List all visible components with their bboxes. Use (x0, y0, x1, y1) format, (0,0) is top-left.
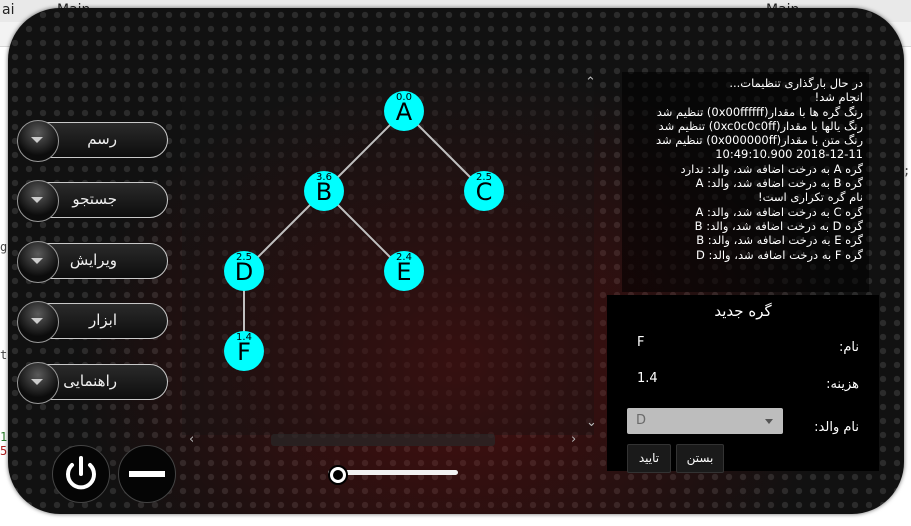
tree-node-cost: 2.5 (236, 252, 252, 263)
log-line: 2018-12-11 10:49:10.900 (715, 147, 863, 162)
menu-button-help[interactable]: راهنمایی (17, 362, 168, 404)
horizontal-scrollbar[interactable] (271, 434, 495, 446)
log-line: گره F به درخت اضافه شد، والد: D (695, 247, 863, 262)
close-button[interactable]: بستن (676, 444, 724, 473)
log-line: نام گره تکراری است! (757, 190, 863, 205)
tree-node-cost: 2.4 (396, 252, 412, 263)
scroll-left-icon[interactable]: ‹ (189, 432, 194, 447)
browser-tab[interactable]: ai (2, 2, 14, 18)
chevron-down-icon (765, 419, 773, 424)
background-text: g (0, 240, 8, 254)
log-line: رنگ گره ها با مقدار(0x00ffffff) تنظیم شد (656, 104, 863, 119)
scroll-down-icon[interactable]: ⌄ (586, 415, 597, 430)
tree-node[interactable]: C2.5 (464, 171, 504, 211)
tree-node-cost: 3.6 (316, 172, 332, 183)
chevron-down-icon (17, 241, 59, 283)
new-node-panel: گره جدید نام: F هزینه: 1.4 نام والد: D ت… (607, 295, 879, 473)
tree-canvas[interactable]: A 0.0 B 3.6 C 2.5 D 2.5 E 2.4 F 1.4 (182, 73, 594, 435)
log-line: رنگ متن با مقدار(0x000000ff) تنظیم شد (655, 133, 863, 148)
chevron-down-icon (17, 120, 59, 162)
menu-button-label: راهنمایی (63, 372, 117, 390)
log-line: گره D به درخت اضافه شد، والد: B (694, 218, 863, 233)
log-line: گره A به درخت اضافه شد، والد: ندارد (680, 161, 863, 176)
name-field[interactable]: F (637, 335, 644, 350)
background-text: ; (903, 164, 911, 178)
tree-node-cost: 0.0 (396, 92, 412, 103)
menu-button-label: جستجو (72, 190, 117, 208)
tree-node[interactable]: D2.5 (224, 251, 264, 291)
log-panel: در حال بارگذاری تنظیمات... انجام شد! رنگ گ… (622, 72, 869, 292)
log-line: انجام شد! (814, 90, 863, 105)
tree-node-cost: 1.4 (236, 332, 252, 343)
zoom-slider-thumb[interactable] (328, 465, 348, 485)
log-line: رنگ یالها با مقدار(0xc0c0c0ff) تنظیم شد (658, 118, 863, 133)
menu-button-draw[interactable]: رسم (17, 120, 168, 162)
scroll-up-icon[interactable]: ⌃ (585, 75, 596, 90)
power-button[interactable] (52, 445, 110, 503)
tree-graph: A0.0 B3.6 C2.5 D2.5 E2.4 F1.4 (224, 91, 504, 371)
menu-button-search[interactable]: جستجو (17, 180, 168, 222)
power-icon (66, 456, 96, 490)
log-line: گره C به درخت اضافه شد، والد: A (695, 204, 863, 219)
tree-node-cost: 2.5 (476, 172, 492, 183)
scroll-right-icon[interactable]: › (571, 432, 576, 447)
chevron-down-icon (17, 180, 59, 222)
log-line: گره E به درخت اضافه شد، والد: B (696, 233, 863, 248)
log-line: گره B به درخت اضافه شد، والد: A (695, 176, 863, 191)
cost-field[interactable]: 1.4 (637, 371, 658, 386)
parent-select-value: D (636, 413, 647, 428)
menu-button-label: ویرایش (69, 251, 117, 269)
confirm-button[interactable]: تایید (627, 444, 671, 473)
log-line: در حال بارگذاری تنظیمات... (729, 76, 863, 90)
menu-button-tools[interactable]: ابزار (17, 301, 168, 343)
menu-button-label: ابزار (88, 311, 117, 329)
minus-icon (129, 471, 165, 477)
app-window: رسم جستجو ویرایش ابزار راهنمایی A 0.0 B 3.6… (8, 8, 904, 514)
menu-button-edit[interactable]: ویرایش (17, 241, 168, 283)
name-label: نام: (838, 340, 859, 355)
chevron-down-icon (17, 301, 59, 343)
menu-button-label: رسم (87, 130, 117, 148)
tree-node[interactable]: F1.4 (224, 331, 264, 371)
tree-node[interactable]: A0.0 (384, 91, 424, 131)
parent-select[interactable]: D (627, 408, 783, 434)
minimize-button[interactable] (118, 445, 176, 503)
tree-node[interactable]: B3.6 (304, 171, 344, 211)
tree-node[interactable]: E2.4 (384, 251, 424, 291)
cost-label: هزینه: (826, 377, 859, 392)
parent-label: نام والد: (814, 420, 859, 435)
chevron-down-icon (17, 362, 59, 404)
panel-title: گره جدید (714, 302, 772, 320)
